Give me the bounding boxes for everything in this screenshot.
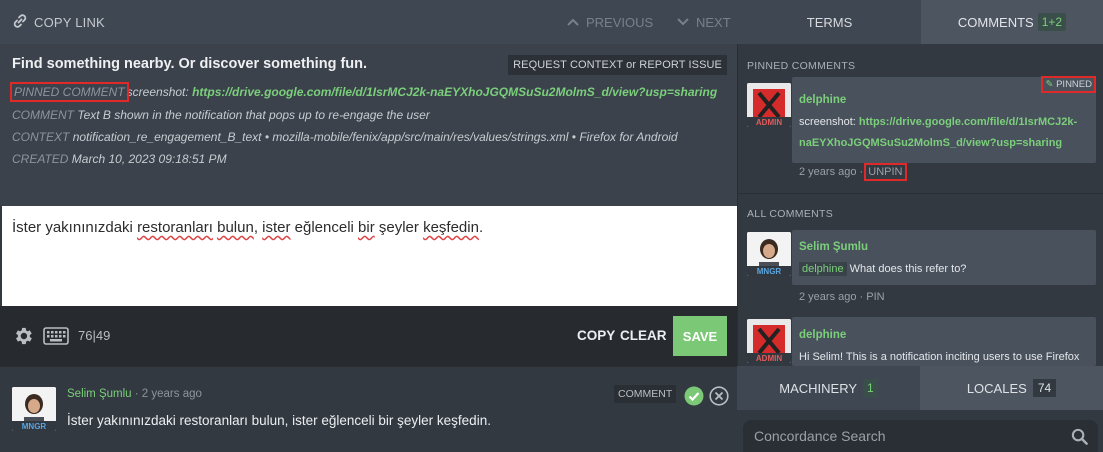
tab-comments[interactable]: COMMENTS 1+2: [921, 0, 1103, 44]
tab-locales-label: LOCALES: [966, 380, 1027, 396]
chevron-down-icon: [676, 15, 696, 30]
pinned-comment-meta: 2 years ago · UNPIN: [799, 163, 907, 181]
history-author-name[interactable]: Selim Şumlu: [67, 388, 132, 400]
concordance-search-input[interactable]: Concordance Search: [743, 420, 1098, 452]
tab-comments-label: COMMENTS: [957, 14, 1034, 30]
context-row: CONTEXT notification_re_engagement_B_tex…: [12, 130, 678, 144]
comment-author[interactable]: delphine: [799, 94, 846, 106]
copy-button[interactable]: COPY: [577, 328, 615, 343]
pinned-badge: ✎ PINNED: [1041, 76, 1096, 93]
pinned-comments-heading: PINNED COMMENTS: [747, 60, 856, 72]
history-time: · 2 years ago: [131, 388, 202, 400]
comment-item: delphine Hi Selim! This is a notificatio…: [792, 317, 1096, 366]
comment-text: screenshot: https://drive.google.com/fil…: [799, 116, 1078, 149]
tab-terms[interactable]: TERMS: [738, 0, 921, 44]
history-translation[interactable]: İster yakınınızdaki restoranları bulun, …: [67, 413, 491, 428]
divider: [738, 193, 1103, 194]
tab-machinery[interactable]: MACHINERY 1: [737, 366, 920, 410]
top-bar: COPY LINK PREVIOUS NEXT TERMS COMMENTS 1…: [0, 0, 1103, 44]
mention[interactable]: delphine: [799, 262, 847, 276]
avatar: ADMIN: [747, 83, 791, 127]
comment-item: Selim Şumlu delphine What does this refe…: [792, 230, 1096, 285]
role-badge: ADMIN: [747, 353, 791, 363]
history-comment-button[interactable]: COMMENT: [614, 385, 677, 403]
created-row: CREATED March 10, 2023 09:18:51 PM: [12, 152, 227, 166]
tab-machinery-label: MACHINERY: [779, 380, 858, 396]
pinned-comment-link[interactable]: https://drive.google.com/file/d/1IsrMCJ2…: [192, 85, 717, 99]
comments-panel: PINNED COMMENTS ADMIN ✎ PINNED delphine …: [737, 44, 1103, 366]
reject-icon[interactable]: [709, 386, 729, 411]
comment-row: COMMENT Text B shown in the notification…: [12, 108, 430, 122]
all-comments-heading: ALL COMMENTS: [747, 208, 834, 220]
copy-link-button[interactable]: COPY LINK: [12, 0, 105, 44]
comment-link-continued[interactable]: naEYXhoJGQMSuSu2MolmS_d/view?usp=sharing: [799, 137, 1062, 149]
pin-icon: ✎: [1045, 79, 1057, 90]
comment-author[interactable]: Selim Şumlu: [799, 241, 868, 253]
previous-button[interactable]: PREVIOUS: [566, 0, 653, 44]
clear-button[interactable]: CLEAR: [620, 328, 667, 343]
previous-label: PREVIOUS: [586, 14, 654, 30]
approve-icon[interactable]: [684, 386, 704, 411]
created-label: CREATED: [12, 152, 69, 166]
comment-label: COMMENT: [12, 108, 74, 122]
pinned-comment: ✎ PINNED delphine screenshot: https://dr…: [792, 76, 1096, 163]
comment-link[interactable]: https://drive.google.com/file/d/1IsrMCJ2…: [859, 116, 1077, 128]
created-value: March 10, 2023 09:18:51 PM: [71, 152, 227, 166]
comment-text: delphine What does this refer to?: [799, 259, 966, 280]
avatar: MNGR: [12, 387, 56, 431]
unpin-button[interactable]: UNPIN: [864, 163, 907, 181]
copy-link-label: COPY LINK: [34, 14, 105, 30]
comment-meta: 2 years ago · PIN: [799, 291, 885, 303]
source-panel: Find something nearby. Or discover somet…: [0, 44, 737, 206]
context-value: notification_re_engagement_B_text • mozi…: [72, 130, 678, 144]
comment-time: 2 years ago: [799, 166, 857, 178]
request-context-button[interactable]: REQUEST CONTEXT or REPORT ISSUE: [508, 55, 727, 75]
translation-editor[interactable]: İster yakınınızdaki restoranları bulun, …: [2, 206, 737, 306]
role-badge: ADMIN: [747, 117, 791, 127]
search-icon[interactable]: [1071, 428, 1088, 448]
comment-value: Text B shown in the notification that po…: [77, 108, 430, 122]
pin-button[interactable]: · PIN: [856, 291, 885, 303]
history-panel: MNGR Selim Şumlu · 2 years ago İster yak…: [0, 366, 737, 452]
pinned-comment-row: PINNED COMMENT screenshot: https://drive.…: [10, 82, 717, 102]
role-badge: MNGR: [747, 266, 791, 276]
pinned-comment-label: PINNED COMMENT: [10, 82, 129, 102]
history-author: Selim Şumlu · 2 years ago: [67, 388, 202, 400]
pinned-comment-prefix: screenshot:: [126, 85, 189, 99]
link-icon: [12, 13, 34, 32]
next-button[interactable]: NEXT: [676, 0, 731, 44]
locales-count-badge: 74: [1032, 379, 1057, 397]
tab-locales[interactable]: LOCALES 74: [920, 366, 1103, 410]
keyboard-icon[interactable]: [43, 327, 69, 350]
editor-text: İster yakınınızdaki restoranları bulun, …: [12, 219, 484, 236]
editor-toolbar: 76|49 COPY CLEAR SAVE: [0, 306, 737, 366]
avatar: MNGR: [747, 232, 791, 276]
comment-text: Hi Selim! This is a notification incitin…: [799, 351, 1080, 363]
source-string: Find something nearby. Or discover somet…: [12, 56, 368, 72]
save-button[interactable]: SAVE: [673, 316, 727, 356]
translation-workspace: COPY LINK PREVIOUS NEXT TERMS COMMENTS 1…: [0, 0, 1103, 452]
gear-icon[interactable]: [12, 325, 34, 352]
context-label: CONTEXT: [12, 130, 70, 144]
comments-count-badge: 1+2: [1037, 13, 1067, 31]
avatar: ADMIN: [747, 319, 791, 363]
next-label: NEXT: [696, 14, 731, 30]
comment-time: 2 years ago: [799, 291, 857, 303]
search-placeholder: Concordance Search: [754, 428, 886, 444]
role-badge: MNGR: [12, 421, 56, 431]
tab-terms-label: TERMS: [806, 14, 853, 30]
character-count: 76|49: [78, 328, 111, 343]
comment-author[interactable]: delphine: [799, 329, 846, 341]
machinery-count-badge: 1: [863, 379, 878, 397]
chevron-up-icon: [566, 15, 586, 30]
